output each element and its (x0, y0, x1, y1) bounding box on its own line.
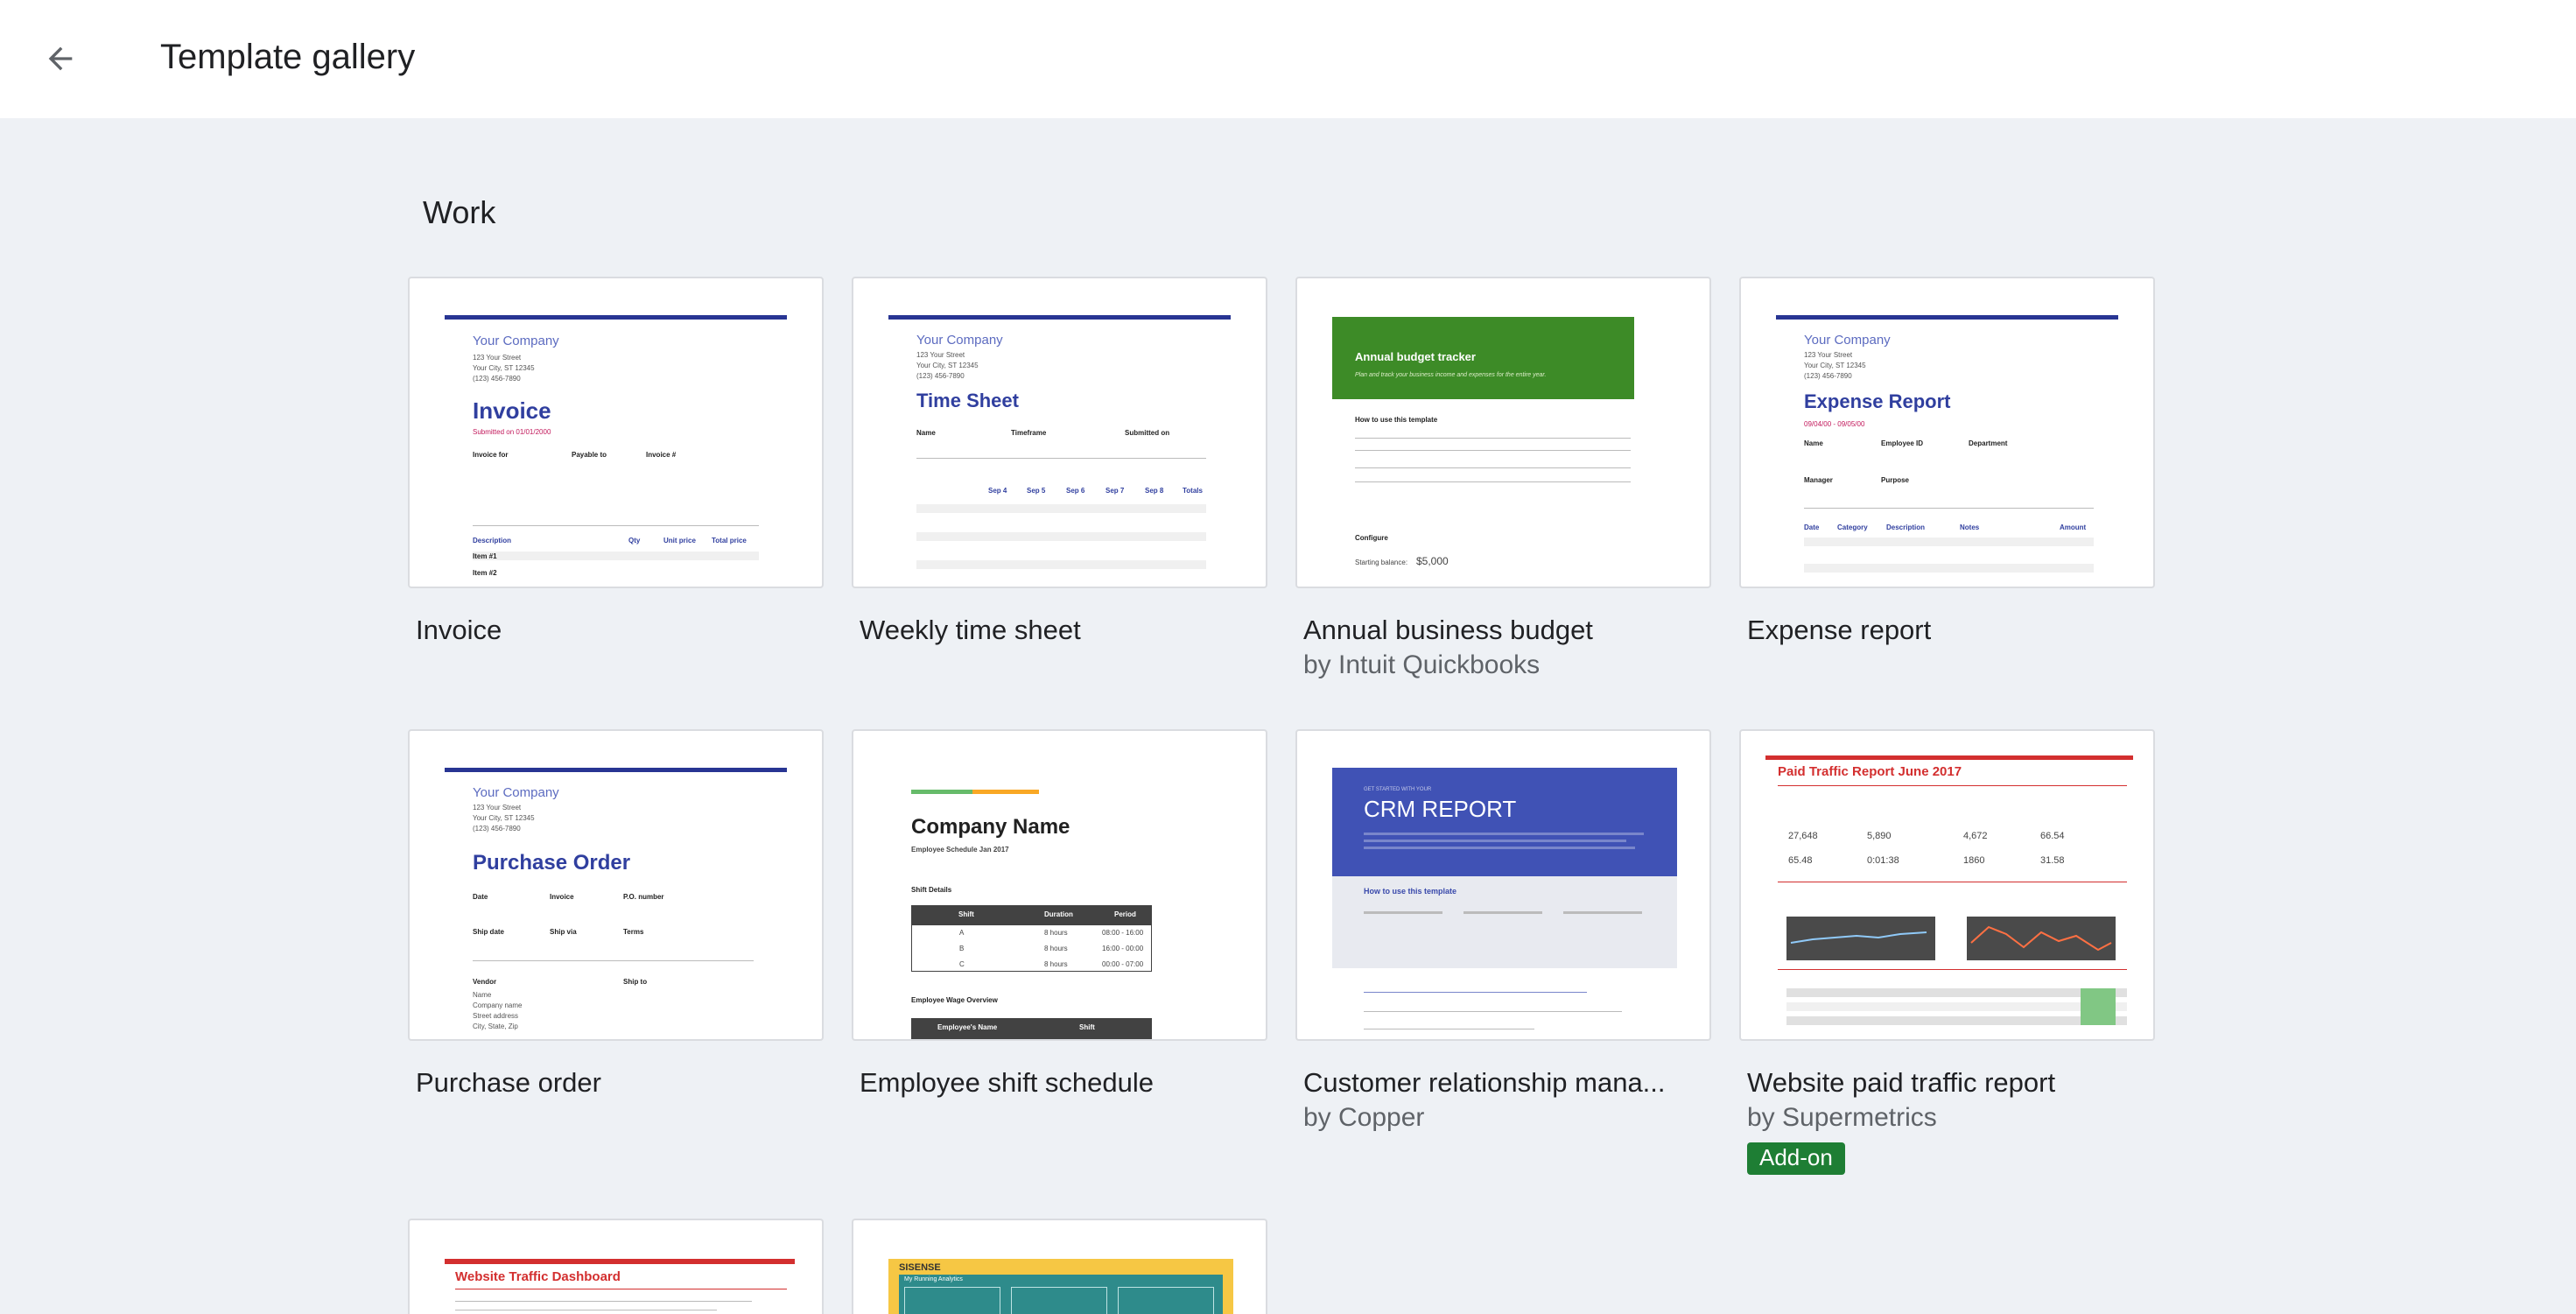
template-card-invoice[interactable]: Your Company 123 Your Street Your City, S… (408, 277, 824, 648)
template-title: Customer relationship mana... (1303, 1067, 1666, 1098)
template-title: Weekly time sheet (860, 615, 1081, 645)
budget-banner: Annual budget tracker Plan and track you… (1332, 317, 1634, 399)
traffic-chart-bars (1786, 917, 1935, 960)
add-on-badge: Add-on (1747, 1142, 1845, 1175)
template-author: by Intuit Quickbooks (1303, 650, 1541, 679)
template-card-employee-shift-schedule[interactable]: Company Name Employee Schedule Jan 2017 … (852, 729, 1267, 1100)
template-title: Website paid traffic report (1747, 1067, 2056, 1098)
template-card-running-analytics[interactable]: SISENSE My Running Analytics (852, 1219, 1267, 1314)
template-card-purchase-order[interactable]: Your Company 123 Your Street Your City, S… (408, 729, 824, 1100)
template-title: Invoice (416, 615, 502, 645)
template-thumbnail[interactable]: Paid Traffic Report June 2017 27,648 5,8… (1739, 729, 2155, 1041)
template-card-weekly-time-sheet[interactable]: Your Company 123 Your Street Your City, S… (852, 277, 1267, 648)
template-thumbnail[interactable]: Annual budget tracker Plan and track you… (1295, 277, 1711, 588)
template-title: Employee shift schedule (860, 1067, 1155, 1098)
template-thumbnail[interactable]: Your Company 123 Your Street Your City, S… (852, 277, 1267, 588)
template-author: by Copper (1303, 1103, 1425, 1132)
template-author: by Supermetrics (1747, 1103, 1937, 1132)
template-card-website-paid-traffic-report[interactable]: Paid Traffic Report June 2017 27,648 5,8… (1739, 729, 2155, 1175)
back-button[interactable] (35, 33, 86, 84)
template-thumbnail[interactable]: Your Company 123 Your Street Your City, S… (408, 729, 824, 1041)
template-title: Annual business budget (1303, 615, 1593, 645)
template-card-website-traffic-dashboard[interactable]: Website Traffic Dashboard (408, 1219, 824, 1314)
template-thumbnail[interactable]: Website Traffic Dashboard (408, 1219, 824, 1314)
template-thumbnail[interactable]: Company Name Employee Schedule Jan 2017 … (852, 729, 1267, 1041)
template-thumbnail[interactable]: Your Company 123 Your Street Your City, S… (1739, 277, 2155, 588)
template-title: Purchase order (416, 1067, 601, 1098)
page-title: Template gallery (160, 38, 416, 76)
arrow-back-icon (48, 46, 73, 71)
crm-banner: GET STARTED WITH YOUR CRM REPORT (1332, 768, 1677, 876)
template-thumbnail[interactable]: SISENSE My Running Analytics (852, 1219, 1267, 1314)
template-card-customer-relationship-management[interactable]: GET STARTED WITH YOUR CRM REPORT How to … (1295, 729, 1711, 1135)
template-thumbnail[interactable]: Your Company 123 Your Street Your City, S… (408, 277, 824, 588)
app-header: Template gallery (0, 0, 2576, 118)
section-title-work: Work (423, 194, 496, 230)
template-card-annual-business-budget[interactable]: Annual budget tracker Plan and track you… (1295, 277, 1711, 683)
template-title: Expense report (1747, 615, 1932, 645)
template-thumbnail[interactable]: GET STARTED WITH YOUR CRM REPORT How to … (1295, 729, 1711, 1041)
template-card-expense-report[interactable]: Your Company 123 Your Street Your City, S… (1739, 277, 2155, 648)
traffic-chart-lines (1967, 917, 2116, 960)
